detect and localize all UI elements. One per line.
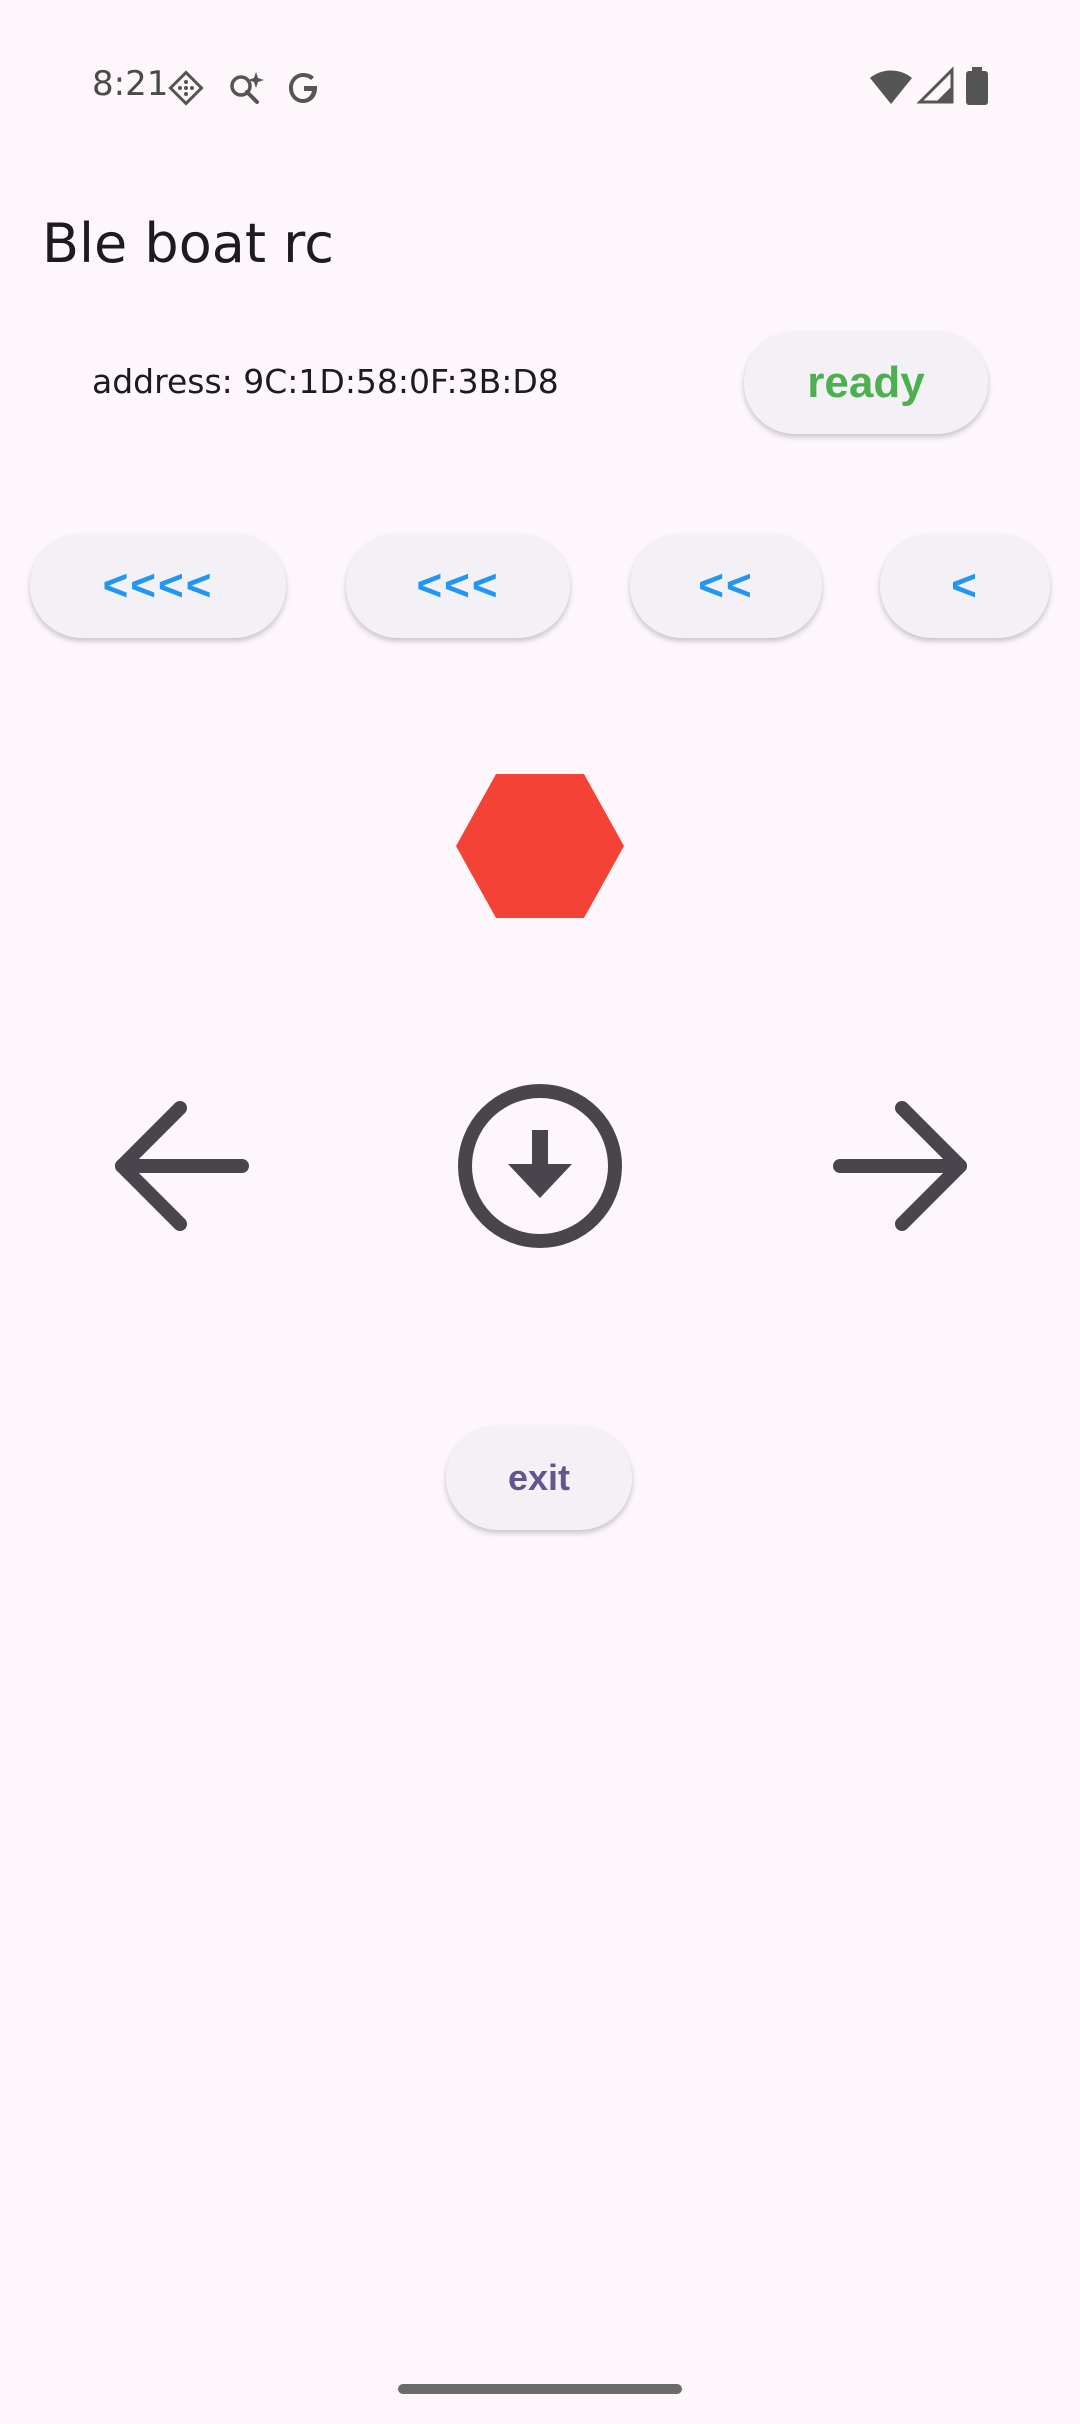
hexagon-stop-icon[interactable]: [452, 770, 628, 922]
status-time: 8:21: [92, 64, 169, 104]
grid-diamond-icon: [168, 70, 204, 106]
speed-button-2[interactable]: <<: [630, 534, 822, 638]
wifi-icon: [870, 70, 912, 104]
ready-button[interactable]: ready: [744, 332, 988, 434]
speed-button-4[interactable]: <<<<: [30, 534, 286, 638]
speed-button-1[interactable]: <: [880, 534, 1050, 638]
search-sparkle-icon: [230, 72, 264, 104]
arrow-left-icon[interactable]: [108, 1096, 256, 1236]
cell-signal-icon: [916, 66, 954, 104]
circle-arrow-down-icon[interactable]: [456, 1082, 624, 1250]
battery-icon: [966, 67, 988, 105]
exit-button[interactable]: exit: [446, 1426, 632, 1530]
google-g-icon: [289, 73, 317, 103]
speed-button-3[interactable]: <<<: [346, 534, 570, 638]
app-title: Ble boat rc: [42, 212, 334, 275]
arrow-right-icon[interactable]: [826, 1096, 974, 1236]
gesture-home-bar[interactable]: [398, 2384, 682, 2394]
device-address: address: 9C:1D:58:0F:3B:D8: [92, 362, 559, 401]
